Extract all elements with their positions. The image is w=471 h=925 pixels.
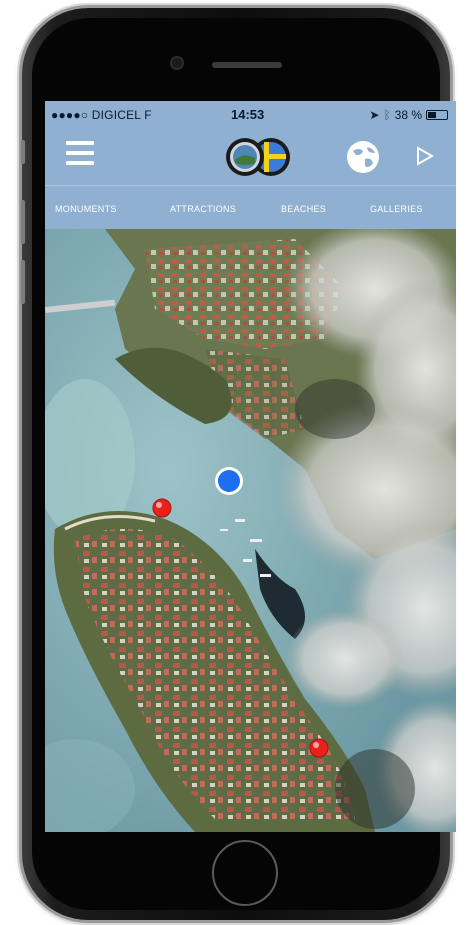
current-location-marker[interactable] (215, 467, 243, 495)
satellite-map[interactable] (45, 229, 456, 832)
map-canvas[interactable] (45, 229, 456, 832)
status-bar: ●●●●○ DIGICEL F 14:53 ➤ ᛒ 38 % (45, 101, 456, 129)
location-arrow-icon: ➤ (369, 108, 380, 122)
battery-percent: 38 % (394, 108, 422, 122)
volume-up-button (21, 200, 25, 244)
mute-switch (21, 140, 25, 164)
tab-attractions[interactable]: ATTRACTIONS (170, 204, 236, 214)
nav-bar (45, 129, 456, 185)
status-time: 14:53 (231, 107, 265, 122)
app-screen: ●●●●○ DIGICEL F 14:53 ➤ ᛒ 38 % MONUMENTS… (45, 101, 456, 832)
status-right: ➤ ᛒ 38 % (369, 108, 448, 122)
carrier-label: ●●●●○ DIGICEL F (51, 108, 152, 122)
battery-icon (426, 110, 448, 120)
bluetooth-icon: ᛒ (383, 108, 391, 122)
volume-down-button (21, 260, 25, 304)
tab-galleries[interactable]: GALLERIES (370, 204, 423, 214)
tab-beaches[interactable]: BEACHES (281, 204, 326, 214)
home-button[interactable] (212, 840, 278, 906)
island-logo-icon (226, 138, 290, 176)
category-tabs: MONUMENTS ATTRACTIONS BEACHES GALLERIES (45, 185, 456, 230)
front-camera (172, 58, 182, 68)
hamburger-menu-icon[interactable] (66, 141, 94, 167)
map-pin-marker[interactable] (152, 498, 172, 518)
tab-monuments[interactable]: MONUMENTS (55, 204, 117, 214)
earpiece-speaker (212, 62, 282, 68)
globe-icon[interactable] (345, 139, 381, 175)
play-triangle-icon[interactable] (415, 145, 435, 167)
map-pin-marker[interactable] (309, 738, 329, 758)
